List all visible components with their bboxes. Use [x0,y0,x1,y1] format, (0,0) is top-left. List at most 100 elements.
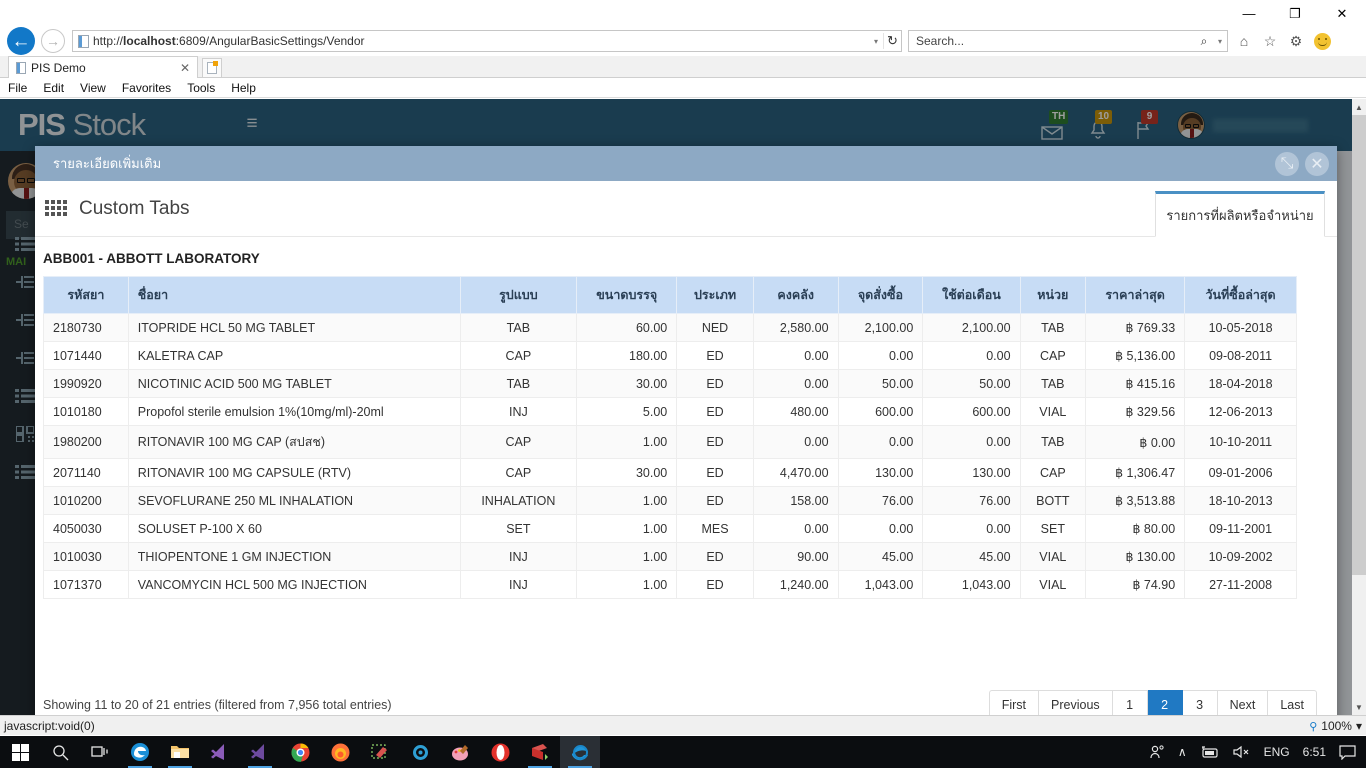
tab-production-distribution[interactable]: รายการที่ผลิตหรือจำหน่าย [1155,191,1325,237]
table-row[interactable]: 1010200SEVOFLURANE 250 ML INHALATIONINHA… [44,487,1297,515]
search-dropdown-icon[interactable]: ▾ [1213,37,1227,46]
maximize-icon[interactable]: ❐ [1272,0,1318,26]
cell-reorder-point: 1,043.00 [838,571,923,599]
menu-item-view[interactable]: View [80,81,106,95]
taskbar-file-explorer-icon[interactable] [160,736,200,768]
table-row[interactable]: 1990920NICOTINIC ACID 500 MG TABLETTAB30… [44,370,1297,398]
taskbar-paint-icon[interactable] [440,736,480,768]
url-suffix: :6809/AngularBasicSettings/Vendor [176,34,365,48]
cell-drug-code: 2180730 [44,314,129,342]
table-row[interactable]: 2180730ITOPRIDE HCL 50 MG TABLETTAB60.00… [44,314,1297,342]
col-drug-code[interactable]: รหัสยา [44,277,129,314]
refresh-icon[interactable]: ↻ [883,33,901,49]
close-icon[interactable]: ✕ [1305,152,1329,176]
tab-close-icon[interactable]: ✕ [177,61,193,75]
menu-item-favorites[interactable]: Favorites [122,81,171,95]
col-stock[interactable]: คงคลัง [753,277,838,314]
col-unit[interactable]: หน่วย [1020,277,1086,314]
language-indicator[interactable]: ENG [1264,745,1290,759]
address-bar[interactable]: http://localhost:6809/AngularBasicSettin… [72,30,902,52]
table-row[interactable]: 1010030THIOPENTONE 1 GM INJECTIONINJ1.00… [44,543,1297,571]
settings-gear-icon[interactable]: ⚙ [1287,32,1305,50]
show-hidden-icons-chevron-icon[interactable]: ∧ [1178,745,1187,759]
table-row[interactable]: 2071140RITONAVIR 100 MG CAPSULE (RTV)CAP… [44,459,1297,487]
col-pack-size[interactable]: ขนาดบรรจุ [577,277,677,314]
page-2[interactable]: 2 [1148,690,1183,716]
menu-item-file[interactable]: File [8,81,27,95]
expand-icon[interactable]: ⤡ [1275,152,1299,176]
taskbar-firefox-icon[interactable] [320,736,360,768]
taskbar-vscode-icon[interactable] [200,736,240,768]
col-reorder-point[interactable]: จุดสั่งซื้อ [838,277,923,314]
col-form[interactable]: รูปแบบ [460,277,577,314]
taskbar-snipping-tool-icon[interactable] [360,736,400,768]
cell-latest-purchase-date: 18-04-2018 [1185,370,1297,398]
menu-item-tools[interactable]: Tools [187,81,215,95]
page-last[interactable]: Last [1268,690,1317,716]
menu-item-help[interactable]: Help [231,81,256,95]
cell-monthly-usage: 0.00 [923,342,1020,370]
cell-pack-size: 30.00 [577,459,677,487]
table-row[interactable]: 1071440KALETRA CAPCAP180.00ED0.000.000.0… [44,342,1297,370]
start-button-icon[interactable] [0,736,40,768]
table-row[interactable]: 1980200RITONAVIR 100 MG CAP (สปสช)CAP1.0… [44,426,1297,459]
zoom-control[interactable]: ⚲ 100% ▾ [1309,716,1362,736]
col-monthly-usage[interactable]: ใช้ต่อเดือน [923,277,1020,314]
cell-latest-purchase-date: 09-11-2001 [1185,515,1297,543]
new-tab-button[interactable] [202,58,222,78]
cell-latest-price: ฿ 3,513.88 [1086,487,1185,515]
search-icon[interactable]: ⌕ [1195,34,1213,49]
zoom-caret-icon[interactable]: ▾ [1356,719,1362,733]
forward-button[interactable]: → [38,26,68,56]
cell-unit: SET [1020,515,1086,543]
taskbar-pdf-icon[interactable] [520,736,560,768]
scroll-down-icon[interactable]: ▼ [1352,699,1366,715]
cell-type: ED [677,487,754,515]
task-view-icon[interactable] [80,736,120,768]
taskbar-visualstudio-icon[interactable] [240,736,280,768]
volume-muted-icon[interactable] [1233,745,1251,759]
taskbar-internet-explorer-icon[interactable] [560,736,600,768]
col-latest-price[interactable]: ราคาล่าสุด [1086,277,1185,314]
page-3[interactable]: 3 [1183,690,1218,716]
taskbar-opera-icon[interactable] [480,736,520,768]
menu-item-edit[interactable]: Edit [43,81,64,95]
modal-body: Custom Tabs รายการที่ผลิตหรือจำหน่าย ABB… [35,181,1337,715]
col-latest-purchase-date[interactable]: วันที่ซื้อล่าสุด [1185,277,1297,314]
page-scrollbar[interactable]: ▲ ▼ [1352,99,1366,715]
page-previous[interactable]: Previous [1039,690,1113,716]
browser-search-input[interactable]: Search... ⌕ ▾ [908,30,1228,52]
table-row[interactable]: 1010180Propofol sterile emulsion 1%(10mg… [44,398,1297,426]
modal-footer: Showing 11 to 20 of 21 entries (filtered… [35,684,1337,715]
col-type[interactable]: ประเภท [677,277,754,314]
favorites-icon[interactable]: ☆ [1261,32,1279,50]
cell-reorder-point: 0.00 [838,342,923,370]
scroll-up-icon[interactable]: ▲ [1352,99,1366,115]
cell-form: INJ [460,398,577,426]
back-button[interactable]: ← [4,26,38,56]
smiley-feedback-icon[interactable] [1313,32,1331,50]
cell-reorder-point: 76.00 [838,487,923,515]
scrollbar-thumb[interactable] [1352,115,1366,575]
taskbar-chrome-icon[interactable] [280,736,320,768]
page-first[interactable]: First [989,690,1039,716]
browser-tab-pis-demo[interactable]: PIS Demo ✕ [8,56,198,78]
table-row[interactable]: 4050030SOLUSET P-100 X 60SET1.00MES0.000… [44,515,1297,543]
taskbar-edge-icon[interactable] [120,736,160,768]
clock-time[interactable]: 6:51 [1303,745,1326,759]
address-dropdown-icon[interactable]: ▾ [869,37,883,46]
close-icon[interactable]: ✕ [1318,0,1366,26]
minimize-icon[interactable]: — [1226,0,1272,26]
action-center-icon[interactable] [1339,745,1356,760]
taskbar-settings-gear-icon[interactable] [400,736,440,768]
people-icon[interactable] [1149,744,1165,760]
page-1[interactable]: 1 [1113,690,1148,716]
col-drug-name[interactable]: ชื่อยา [128,277,460,314]
battery-icon[interactable] [1200,746,1220,759]
search-icon[interactable] [40,736,80,768]
page-next[interactable]: Next [1218,690,1269,716]
table-row[interactable]: 1071370VANCOMYCIN HCL 500 MG INJECTIONIN… [44,571,1297,599]
cell-unit: VIAL [1020,571,1086,599]
modal-showing-info: Showing 11 to 20 of 21 entries (filtered… [43,698,989,712]
home-icon[interactable]: ⌂ [1235,32,1253,50]
